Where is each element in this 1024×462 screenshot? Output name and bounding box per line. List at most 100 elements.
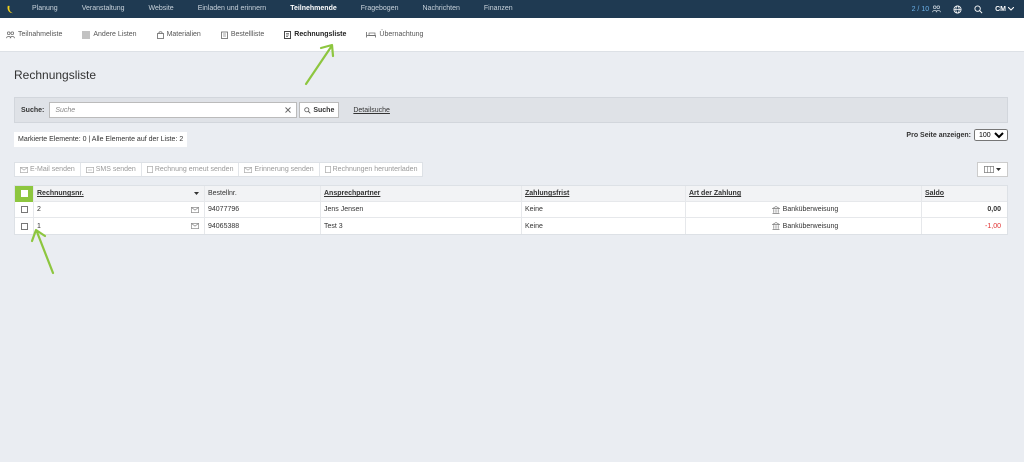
nav-veranstaltung[interactable]: Veranstaltung xyxy=(70,0,137,18)
header-payment-method[interactable]: Art der Zahlung xyxy=(686,186,922,201)
payment-method-cell: Banküberweisung xyxy=(686,218,922,234)
page-title: Rechnungsliste xyxy=(14,68,97,82)
subnav-bestellliste[interactable]: Bestellliste xyxy=(220,31,265,39)
nav-website[interactable]: Website xyxy=(137,0,186,18)
invoice-number[interactable]: 2 xyxy=(37,206,41,213)
clipboard-icon xyxy=(220,31,228,39)
user-initials: CM xyxy=(995,5,1006,13)
bank-icon xyxy=(771,205,780,214)
subnav-label: Andere Listen xyxy=(93,31,137,38)
nav-nachrichten[interactable]: Nachrichten xyxy=(411,0,472,18)
search-icon xyxy=(304,106,311,114)
header-order-number: Bestellnr. xyxy=(205,186,321,201)
balance: -1,00 xyxy=(985,222,1001,230)
action-label: Rechnungen herunterladen xyxy=(332,166,418,173)
bank-icon xyxy=(771,222,780,230)
column-settings-button[interactable] xyxy=(977,162,1008,177)
mail-icon[interactable] xyxy=(191,223,199,229)
header-invoice-number-label: Rechnungsnr. xyxy=(37,190,84,197)
payment-method: Banküberweisung xyxy=(782,206,839,213)
subnav-label: Bestellliste xyxy=(230,31,265,38)
participant-counter[interactable]: 2 / 10 xyxy=(912,5,942,13)
search-button[interactable]: Suche xyxy=(299,102,340,118)
nav-planung[interactable]: Planung xyxy=(20,0,70,18)
invoice-number-cell: 2 xyxy=(34,202,205,217)
bag-icon xyxy=(156,30,164,39)
contact-name: Test 3 xyxy=(321,218,522,234)
participant-counter-value: 2 / 10 xyxy=(911,5,930,13)
selection-status: Markierte Elemente: 0 | Alle Elemente au… xyxy=(14,132,188,147)
per-page-label: Pro Seite anzeigen: xyxy=(906,131,971,139)
list-icon xyxy=(82,31,91,38)
header-balance[interactable]: Saldo xyxy=(922,186,1007,201)
payment-method: Banküberweisung xyxy=(782,222,839,230)
header-invoice-number[interactable]: Rechnungsnr. xyxy=(34,186,205,201)
due-date: Keine xyxy=(522,202,686,217)
clear-icon[interactable] xyxy=(285,107,292,113)
chevron-down-icon xyxy=(1008,7,1014,11)
nav-einladen[interactable]: Einladen und erinnern xyxy=(186,0,279,18)
resend-invoice-button[interactable]: Rechnung erneut senden xyxy=(142,163,240,176)
contact-name: Jens Jensen xyxy=(321,202,522,217)
select-all-cell xyxy=(15,185,34,202)
action-label: E-Mail senden xyxy=(30,166,75,173)
search-icon[interactable] xyxy=(974,4,983,14)
people-icon xyxy=(932,5,942,13)
search-bar: Suche: Suche Suche Detailsuche xyxy=(14,97,1008,123)
row-checkbox-cell xyxy=(15,202,34,217)
app-logo[interactable] xyxy=(0,0,20,18)
action-label: Rechnung erneut senden xyxy=(154,166,234,173)
caret-down-icon xyxy=(996,168,1001,171)
subnav-rechnungsliste[interactable]: Rechnungsliste xyxy=(284,30,347,39)
invoice-table: Rechnungsnr. Bestellnr. Ansprechpartner … xyxy=(14,185,1008,235)
select-all-checkbox-wrap[interactable] xyxy=(15,185,33,202)
subnav-label: Teilnahmeliste xyxy=(18,31,63,38)
search-input[interactable]: Suche xyxy=(49,102,298,118)
row-checkbox[interactable] xyxy=(20,206,28,213)
user-menu[interactable]: CM xyxy=(995,6,1014,13)
search-button-label: Suche xyxy=(313,106,335,114)
per-page-select[interactable]: 100 xyxy=(974,129,1008,141)
subnav-andere-listen[interactable]: Andere Listen xyxy=(82,31,137,39)
subnav-materialien[interactable]: Materialien xyxy=(156,30,201,39)
send-email-button[interactable]: E-Mail senden xyxy=(15,163,81,176)
select-all-checkbox[interactable] xyxy=(20,190,28,197)
row-checkbox[interactable] xyxy=(20,222,28,230)
order-number: 94077796 xyxy=(205,202,321,217)
subnav-uebernachtung[interactable]: Übernachtung xyxy=(366,31,423,38)
search-label: Suche: xyxy=(21,106,45,114)
nav-fragebogen[interactable]: Fragebogen xyxy=(349,0,411,18)
annotation-arrow-top xyxy=(304,43,335,86)
search-placeholder: Suche xyxy=(55,106,76,114)
mail-icon xyxy=(20,166,28,173)
download-invoices-button[interactable]: Rechnungen herunterladen xyxy=(320,163,423,176)
subnav-label: Materialien xyxy=(166,31,201,38)
bed-icon xyxy=(366,32,377,38)
sms-icon xyxy=(85,166,94,173)
mail-icon[interactable] xyxy=(191,206,199,213)
send-reminder-button[interactable]: Erinnerung senden xyxy=(239,163,320,176)
send-sms-button[interactable]: SMS senden xyxy=(81,163,142,176)
subnav-teilnahmeliste[interactable]: Teilnahmeliste xyxy=(6,30,63,39)
columns-icon xyxy=(984,166,994,173)
table-row[interactable]: 1 94065388 Test 3 Keine Banküberweisung … xyxy=(15,218,1007,234)
detail-search-link[interactable]: Detailsuche xyxy=(353,107,390,114)
balance: 0,00 xyxy=(987,206,1001,213)
due-date: Keine xyxy=(522,218,686,234)
payment-method-cell: Banküberweisung xyxy=(686,202,922,217)
action-label: SMS senden xyxy=(95,166,136,173)
table-row[interactable]: 2 94077796 Jens Jensen Keine Banküberwei… xyxy=(15,202,1007,218)
invoice-icon xyxy=(284,30,292,39)
per-page-control: Pro Seite anzeigen: 100 xyxy=(906,129,1008,141)
document-icon xyxy=(146,166,153,173)
action-toolbar: E-Mail senden SMS senden Rechnung erneut… xyxy=(14,162,424,177)
header-due-date[interactable]: Zahlungsfrist xyxy=(522,186,686,201)
globe-icon[interactable] xyxy=(953,4,962,14)
nav-finanzen[interactable]: Finanzen xyxy=(472,0,525,18)
nav-teilnehmende[interactable]: Teilnehmende xyxy=(278,0,349,18)
users-icon xyxy=(6,30,15,38)
header-contact[interactable]: Ansprechpartner xyxy=(321,186,522,201)
top-navigation: Planung Veranstaltung Website Einladen u… xyxy=(0,0,1024,18)
action-label: Erinnerung senden xyxy=(254,166,314,173)
subnav-label: Rechnungsliste xyxy=(294,31,347,38)
